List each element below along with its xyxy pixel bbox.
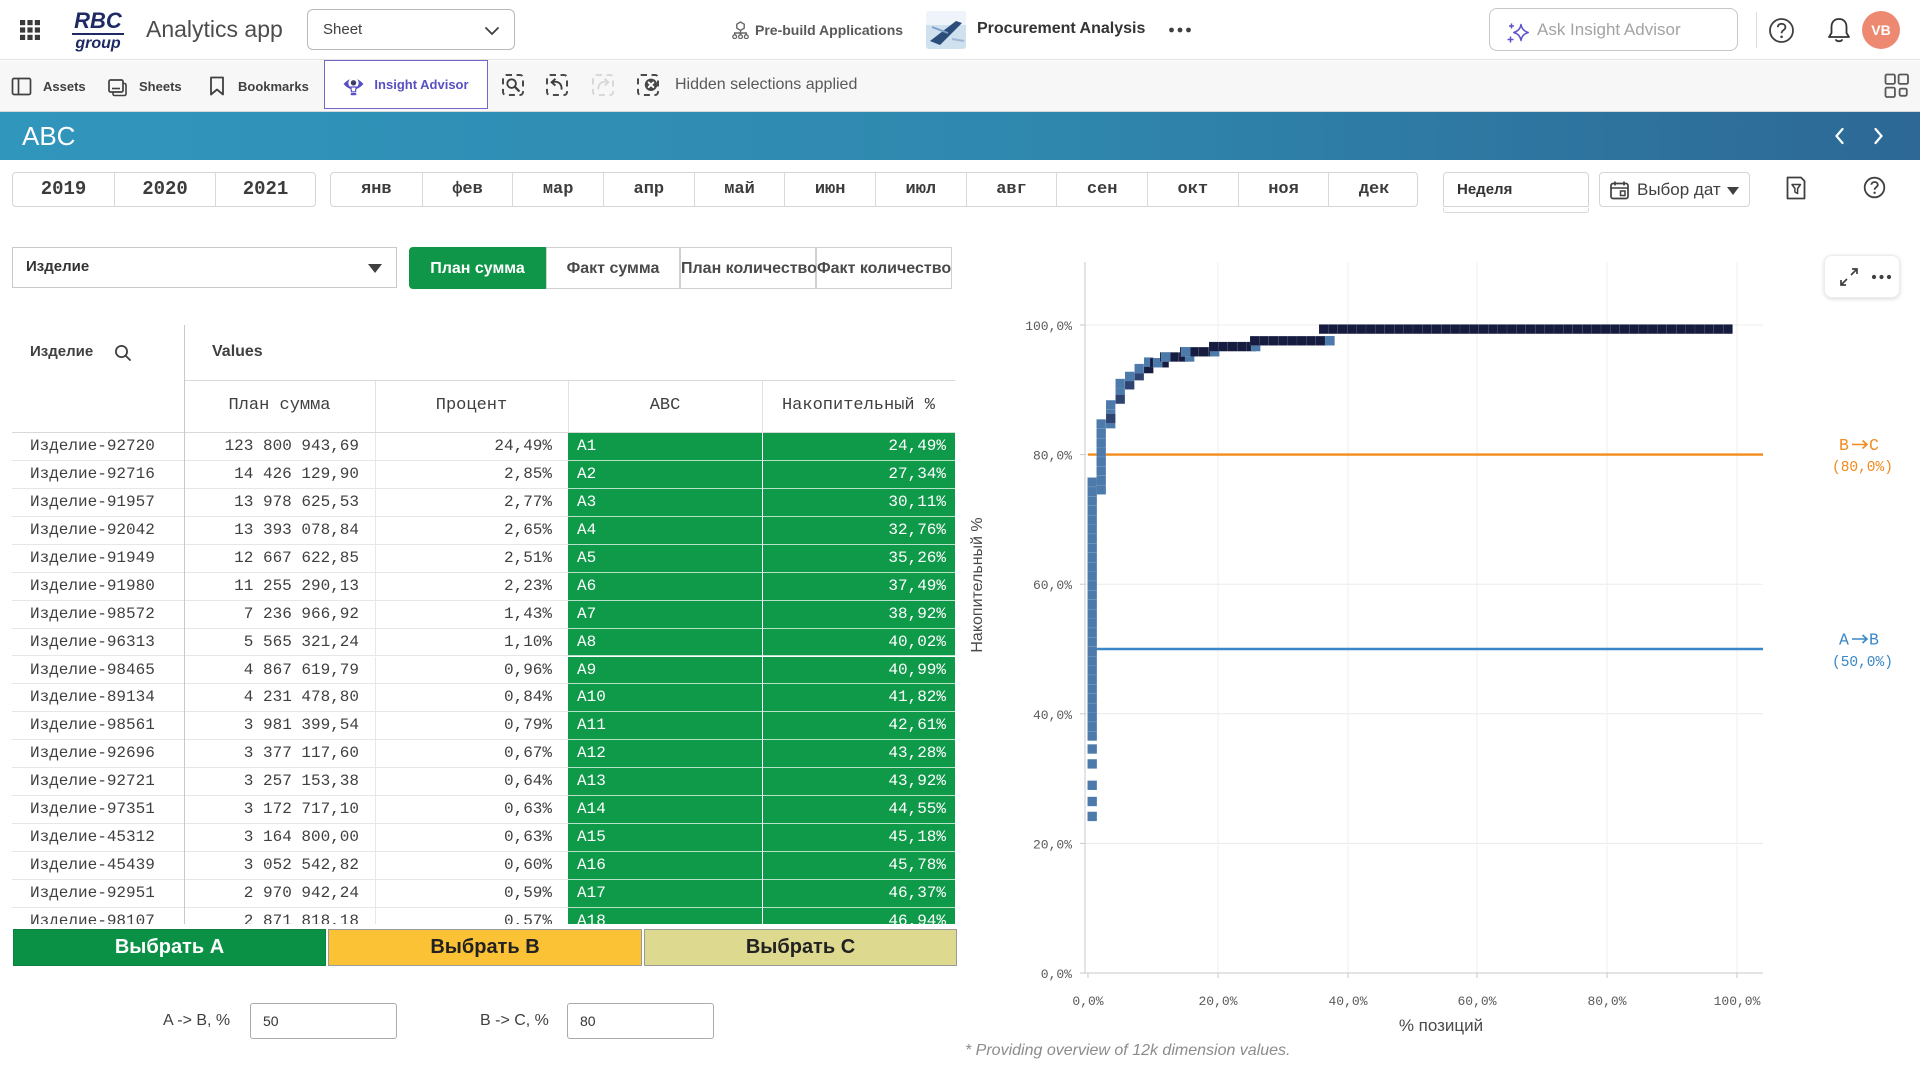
svg-text:(50,0%): (50,0%) [1832, 655, 1893, 671]
svg-text:B: B [1839, 436, 1849, 455]
svg-text:80,0%: 80,0% [1033, 449, 1072, 464]
svg-text:Накопительный %: Накопительный % [969, 517, 986, 652]
svg-text:% позиций: % позиций [1399, 1016, 1483, 1035]
svg-text:B: B [1869, 631, 1879, 650]
svg-text:20,0%: 20,0% [1198, 994, 1237, 1009]
svg-text:0,0%: 0,0% [1041, 967, 1072, 982]
svg-text:100,0%: 100,0% [1714, 994, 1761, 1009]
svg-text:0,0%: 0,0% [1072, 994, 1103, 1009]
svg-text:80,0%: 80,0% [1587, 994, 1626, 1009]
svg-text:60,0%: 60,0% [1033, 578, 1072, 593]
svg-text:A: A [1839, 631, 1849, 650]
svg-text:40,0%: 40,0% [1328, 994, 1367, 1009]
svg-text:60,0%: 60,0% [1457, 994, 1496, 1009]
svg-text:40,0%: 40,0% [1033, 708, 1072, 723]
svg-text:C: C [1869, 436, 1879, 455]
svg-text:20,0%: 20,0% [1033, 837, 1072, 852]
svg-text:(80,0%): (80,0%) [1832, 460, 1893, 476]
svg-text:100,0%: 100,0% [1025, 319, 1072, 334]
